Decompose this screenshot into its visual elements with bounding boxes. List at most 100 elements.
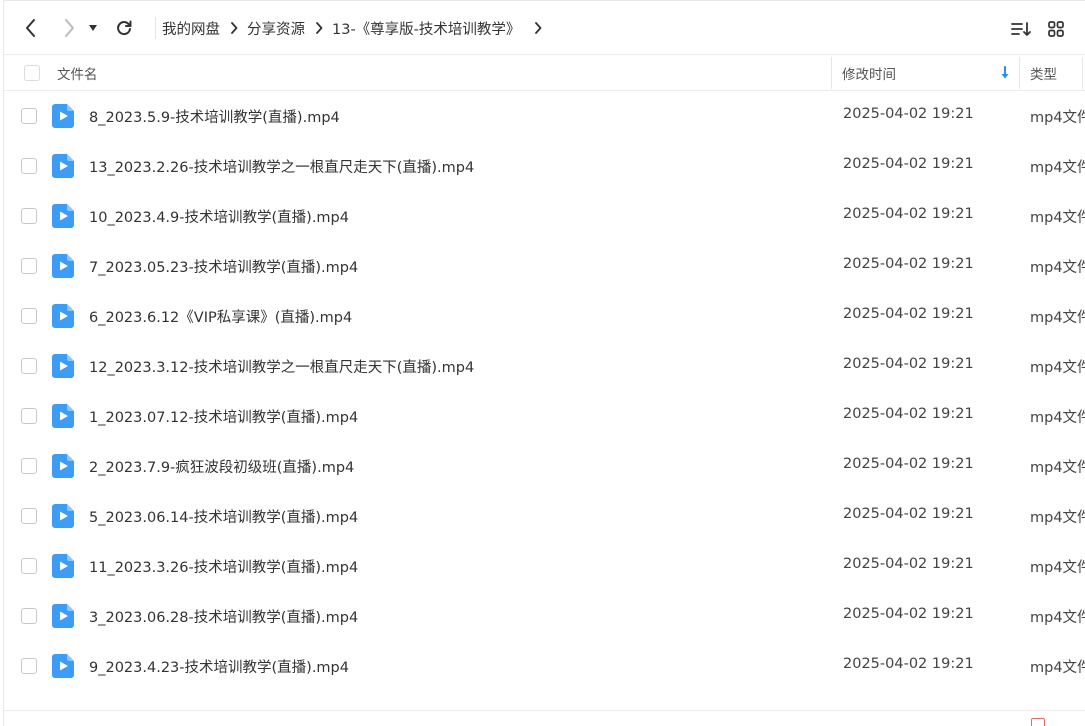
- column-header-type[interactable]: 类型: [1030, 55, 1057, 91]
- column-divider: [1082, 57, 1083, 89]
- file-name[interactable]: 11_2023.3.26-技术培训教学(直播).mp4: [89, 556, 358, 577]
- table-row[interactable]: 13_2023.2.26-技术培训教学之一根直尺走天下(直播).mp4 2025…: [4, 141, 1085, 191]
- chevron-left-icon: [26, 19, 35, 37]
- file-name[interactable]: 8_2023.5.9-技术培训教学(直播).mp4: [89, 106, 340, 127]
- video-file-icon: [52, 654, 74, 678]
- table-row[interactable]: 1_2023.07.12-技术培训教学(直播).mp4 2025-04-02 1…: [4, 391, 1085, 441]
- file-type: mp4文件: [1030, 510, 1085, 526]
- breadcrumb: 我的网盘 分享资源 13-《尊享版-技术培训教学》: [162, 15, 551, 41]
- file-name[interactable]: 10_2023.4.9-技术培训教学(直播).mp4: [89, 206, 349, 227]
- video-file-icon: [52, 204, 74, 228]
- status-indicator-icon: [1031, 718, 1045, 726]
- table-row[interactable]: 2_2023.7.9-疯狂波段初级班(直播).mp4 2025-04-02 19…: [4, 441, 1085, 491]
- row-checkbox[interactable]: [21, 408, 37, 424]
- row-checkbox[interactable]: [21, 358, 37, 374]
- file-modified-time: 2025-04-02 19:21: [843, 306, 974, 322]
- file-type: mp4文件: [1030, 360, 1085, 376]
- row-checkbox[interactable]: [21, 508, 37, 524]
- toolbar: 我的网盘 分享资源 13-《尊享版-技术培训教学》: [4, 0, 1085, 54]
- sort-desc-icon: [1000, 55, 1010, 91]
- file-type: mp4文件: [1030, 160, 1085, 176]
- row-checkbox[interactable]: [21, 558, 37, 574]
- back-button[interactable]: [17, 13, 45, 43]
- footer-divider: [4, 710, 1085, 711]
- file-type: mp4文件: [1030, 610, 1085, 626]
- table-row[interactable]: 5_2023.06.14-技术培训教学(直播).mp4 2025-04-02 1…: [4, 491, 1085, 541]
- file-name[interactable]: 6_2023.6.12《VIP私享课》(直播).mp4: [89, 306, 352, 327]
- file-modified-time: 2025-04-02 19:21: [843, 606, 974, 622]
- refresh-icon: [117, 20, 132, 36]
- file-modified-time: 2025-04-02 19:21: [843, 406, 974, 422]
- file-type: mp4文件: [1030, 410, 1085, 426]
- column-divider: [1019, 57, 1020, 89]
- row-checkbox[interactable]: [21, 658, 37, 674]
- file-type: mp4文件: [1030, 660, 1085, 676]
- row-checkbox[interactable]: [21, 458, 37, 474]
- video-file-icon: [52, 254, 74, 278]
- column-header-modified[interactable]: 修改时间: [842, 55, 896, 91]
- file-modified-time: 2025-04-02 19:21: [843, 256, 974, 272]
- row-checkbox[interactable]: [21, 108, 37, 124]
- file-modified-time: 2025-04-02 19:21: [843, 656, 974, 672]
- file-name[interactable]: 7_2023.05.23-技术培训教学(直播).mp4: [89, 256, 358, 277]
- table-row[interactable]: 8_2023.5.9-技术培训教学(直播).mp4 2025-04-02 19:…: [4, 91, 1085, 141]
- video-file-icon: [52, 454, 74, 478]
- table-header: 文件名 修改时间 类型: [4, 54, 1085, 91]
- file-name[interactable]: 13_2023.2.26-技术培训教学之一根直尺走天下(直播).mp4: [89, 156, 474, 177]
- breadcrumb-expand-icon[interactable]: [534, 22, 542, 34]
- table-row[interactable]: 10_2023.4.9-技术培训教学(直播).mp4 2025-04-02 19…: [4, 191, 1085, 241]
- forward-button[interactable]: [55, 13, 83, 43]
- row-checkbox[interactable]: [21, 158, 37, 174]
- file-name[interactable]: 3_2023.06.28-技术培训教学(直播).mp4: [89, 606, 358, 627]
- column-divider: [831, 57, 832, 89]
- table-row[interactable]: 3_2023.06.28-技术培训教学(直播).mp4 2025-04-02 1…: [4, 591, 1085, 641]
- breadcrumb-item-share[interactable]: 分享资源: [247, 18, 305, 39]
- file-modified-time: 2025-04-02 19:21: [843, 156, 974, 172]
- video-file-icon: [52, 504, 74, 528]
- file-type: mp4文件: [1030, 210, 1085, 226]
- row-checkbox[interactable]: [21, 608, 37, 624]
- select-all-checkbox[interactable]: [24, 65, 40, 81]
- row-checkbox[interactable]: [21, 208, 37, 224]
- caret-down-icon: [89, 25, 97, 31]
- video-file-icon: [52, 604, 74, 628]
- history-dropdown-button[interactable]: [84, 13, 102, 43]
- breadcrumb-separator-icon: [230, 22, 238, 34]
- table-row[interactable]: 7_2023.05.23-技术培训教学(直播).mp4 2025-04-02 1…: [4, 241, 1085, 291]
- file-browser-window: 我的网盘 分享资源 13-《尊享版-技术培训教学》 文件名 修改时间 类型 8_…: [3, 0, 1085, 726]
- table-row[interactable]: 6_2023.6.12《VIP私享课》(直播).mp4 2025-04-02 1…: [4, 291, 1085, 341]
- video-file-icon: [52, 304, 74, 328]
- file-modified-time: 2025-04-02 19:21: [843, 106, 974, 122]
- table-row[interactable]: 12_2023.3.12-技术培训教学之一根直尺走天下(直播).mp4 2025…: [4, 341, 1085, 391]
- file-name[interactable]: 2_2023.7.9-疯狂波段初级班(直播).mp4: [89, 456, 354, 477]
- breadcrumb-item-current[interactable]: 13-《尊享版-技术培训教学》: [332, 18, 520, 39]
- table-row[interactable]: 11_2023.3.26-技术培训教学(直播).mp4 2025-04-02 1…: [4, 541, 1085, 591]
- file-type: mp4文件: [1030, 310, 1085, 326]
- video-file-icon: [52, 154, 74, 178]
- file-modified-time: 2025-04-02 19:21: [843, 506, 974, 522]
- file-name[interactable]: 12_2023.3.12-技术培训教学之一根直尺走天下(直播).mp4: [89, 356, 474, 377]
- toolbar-divider: [155, 17, 156, 39]
- file-name[interactable]: 5_2023.06.14-技术培训教学(直播).mp4: [89, 506, 358, 527]
- row-checkbox[interactable]: [21, 308, 37, 324]
- file-type: mp4文件: [1030, 560, 1085, 576]
- breadcrumb-item-root[interactable]: 我的网盘: [162, 18, 220, 39]
- video-file-icon: [52, 104, 74, 128]
- column-header-name[interactable]: 文件名: [57, 55, 98, 91]
- file-name[interactable]: 1_2023.07.12-技术培训教学(直播).mp4: [89, 406, 358, 427]
- sort-list-icon: [1011, 22, 1031, 36]
- video-file-icon: [52, 404, 74, 428]
- grid-view-icon: [1048, 21, 1064, 37]
- file-type: mp4文件: [1030, 460, 1085, 476]
- file-modified-time: 2025-04-02 19:21: [843, 456, 974, 472]
- file-modified-time: 2025-04-02 19:21: [843, 356, 974, 372]
- sort-button[interactable]: [1008, 17, 1034, 41]
- video-file-icon: [52, 554, 74, 578]
- row-checkbox[interactable]: [21, 258, 37, 274]
- chevron-right-icon: [65, 19, 74, 37]
- breadcrumb-separator-icon: [315, 22, 323, 34]
- refresh-button[interactable]: [110, 13, 138, 43]
- table-row[interactable]: 9_2023.4.23-技术培训教学(直播).mp4 2025-04-02 19…: [4, 641, 1085, 691]
- view-toggle-button[interactable]: [1043, 17, 1069, 41]
- file-name[interactable]: 9_2023.4.23-技术培训教学(直播).mp4: [89, 656, 349, 677]
